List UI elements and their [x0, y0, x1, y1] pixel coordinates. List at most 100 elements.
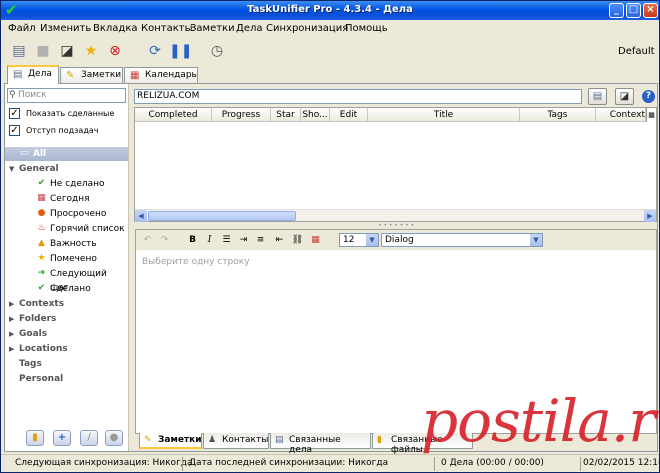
menu-edit[interactable]: Изменить [40, 23, 91, 34]
tree-item-tags[interactable]: Tags [5, 357, 128, 371]
new-subtask-icon[interactable]: ■ [33, 41, 53, 61]
scroll-thumb[interactable] [148, 211, 296, 221]
tree-item-not-done[interactable]: ✔ Не сделано [5, 177, 128, 191]
note-editor: ↶ ↷ B I ☰ ⇥ ≡ ⇤ ⛓ ▦ 12 ▼ Dialog ▼ Выбери… [135, 229, 657, 434]
clock-icon[interactable]: ◷ [207, 41, 227, 61]
search-input[interactable]: ⚲ Поиск [7, 88, 126, 103]
col-progress[interactable]: Progress [212, 108, 271, 122]
app-window: ✔ TaskUnifier Pro - 4.3.4 - Дела _ □ × Ф… [0, 0, 660, 473]
tab-notes[interactable]: ✎ Заметки [60, 67, 123, 83]
insert-date-icon[interactable]: ▦ [309, 234, 322, 247]
menu-notes[interactable]: Заметки [190, 23, 235, 34]
filter-input[interactable]: RELIZUA.COM [134, 89, 582, 104]
edit-pencil-icon[interactable]: ∕ [80, 430, 98, 446]
tab-related-tasks[interactable]: ▤ Связанные дела [270, 433, 371, 455]
left-panel: ⚲ Поиск ✓ Показать сделанные ✓ Отступ по… [5, 84, 128, 451]
warning-circle-icon: ● [37, 208, 46, 218]
tree-item-locations[interactable]: ▶ Locations [5, 342, 128, 356]
tree-item-overdue[interactable]: ● Просрочено [5, 207, 128, 221]
bold-icon[interactable]: B [186, 234, 199, 247]
col-show[interactable]: Sho... [301, 108, 330, 122]
maximize-button[interactable]: □ [626, 3, 641, 18]
indent-icon[interactable]: ⇥ [237, 234, 250, 247]
menu-contacts[interactable]: Контакты [141, 23, 192, 34]
numbered-list-icon[interactable]: ≡ [254, 234, 267, 247]
tree-item-personal[interactable]: Personal [5, 372, 128, 386]
tree-item-starred[interactable]: ★ Помечено [5, 252, 128, 266]
tree-item-today[interactable]: ▦ Сегодня [5, 192, 128, 206]
profile-label: Default [618, 46, 655, 57]
bullet-list-icon[interactable]: ☰ [220, 234, 233, 247]
tree-item-folders[interactable]: ▶ Folders [5, 312, 128, 326]
star-icon: ★ [37, 253, 46, 263]
menu-file[interactable]: Файл [8, 23, 36, 34]
add-icon[interactable]: + [53, 430, 71, 446]
show-completed-label: Показать сделанные [26, 109, 115, 118]
help-icon[interactable]: ? [642, 90, 655, 103]
font-family-select[interactable]: Dialog ▼ [381, 233, 543, 247]
tree-item-importance[interactable]: ▲ Важность [5, 237, 128, 251]
folder-icon: ▭ [20, 148, 29, 158]
chevron-down-icon: ▼ [530, 234, 542, 246]
window-title: TaskUnifier Pro - 4.3.4 - Дела [247, 4, 413, 15]
tree-item-done[interactable]: ✔ Сделано [5, 282, 128, 296]
font-size-select[interactable]: 12 ▼ [339, 233, 379, 247]
horizontal-splitter[interactable]: • • • • • • • [133, 222, 657, 229]
menu-tasks[interactable]: Дела [236, 23, 262, 34]
scroll-right-icon[interactable]: ▶ [644, 210, 656, 222]
sync-icon[interactable]: ⟳ [145, 41, 165, 61]
collapsed-arrow-icon: ▶ [9, 345, 15, 353]
redo-icon[interactable]: ↷ [158, 234, 171, 247]
tree-item-general[interactable]: ▼ General [5, 162, 128, 176]
tree-item-goals[interactable]: ▶ Goals [5, 327, 128, 341]
col-completed[interactable]: Completed [135, 108, 212, 122]
column-chooser-icon[interactable]: ▦ [646, 108, 656, 122]
contacts-icon[interactable]: ★ [81, 41, 101, 61]
tab-calendar[interactable]: ▦ Календарь [124, 67, 198, 83]
next-step-icon: ➜ [37, 268, 46, 278]
indent-subtasks-checkbox[interactable]: ✓ Отступ подзадач [9, 125, 127, 139]
tab-notes-bottom[interactable]: ✎ Заметки [139, 433, 202, 449]
horizontal-scrollbar[interactable]: ◀ ▶ [135, 209, 656, 222]
delete-icon[interactable]: ⊗ [105, 41, 125, 61]
tree-item-hotlist[interactable]: ♨ Горячий список [5, 222, 128, 236]
new-task-icon[interactable]: ▤ [9, 41, 29, 61]
edit-small-icon[interactable]: ◪ [615, 88, 634, 105]
menu-tab[interactable]: Вкладка [93, 23, 138, 34]
edit-icon[interactable]: ◪ [57, 41, 77, 61]
outdent-icon[interactable]: ⇤ [273, 234, 286, 247]
col-context[interactable]: Context [596, 108, 646, 122]
link-icon[interactable]: ⛓ [291, 234, 304, 247]
checkbox-check-icon: ✓ [9, 108, 20, 119]
col-tags[interactable]: Tags [520, 108, 596, 122]
status-datetime: 02/02/2015 12:18 [583, 458, 660, 468]
italic-icon[interactable]: I [203, 234, 216, 247]
col-edit[interactable]: Edit [330, 108, 368, 122]
checkbox-check-icon: ✓ [9, 125, 20, 136]
minimize-button[interactable]: _ [609, 3, 624, 18]
col-title[interactable]: Title [368, 108, 520, 122]
col-star[interactable]: Star [271, 108, 301, 122]
close-button[interactable]: × [643, 3, 658, 18]
menu-sync[interactable]: Синхронизация [266, 23, 348, 34]
tab-related-files[interactable]: ▮ Связанные файлы [372, 433, 473, 455]
tree-item-next-step[interactable]: ➜ Следующий шаг [5, 267, 128, 293]
scroll-left-icon[interactable]: ◀ [135, 210, 147, 222]
new-category-icon[interactable]: ▮ [26, 430, 44, 446]
menu-help[interactable]: Помощь [345, 23, 388, 34]
tree-item-contexts[interactable]: ▶ Contexts [5, 297, 128, 311]
tab-tasks[interactable]: ▤ Дела [7, 65, 59, 84]
bottom-tabs: ✎ Заметки ♟ Контакты ▤ Связанные дела ▮ … [139, 433, 657, 455]
tree-item-all[interactable]: ▭ All [5, 147, 128, 161]
show-completed-checkbox[interactable]: ✓ Показать сделанные [9, 108, 127, 122]
search-placeholder: Поиск [18, 90, 47, 100]
remove-icon[interactable]: ● [105, 430, 123, 446]
tab-contacts-bottom[interactable]: ♟ Контакты [203, 433, 269, 449]
tab-tasks-label: Дела [28, 69, 52, 79]
pause-icon[interactable]: ❚❚ [169, 41, 192, 61]
collapsed-arrow-icon: ▶ [9, 330, 15, 338]
undo-icon[interactable]: ↶ [141, 234, 154, 247]
new-task-small-icon[interactable]: ▤ [588, 88, 607, 105]
font-family-value: Dialog [385, 235, 414, 245]
priority-icon: ▲ [38, 238, 45, 248]
